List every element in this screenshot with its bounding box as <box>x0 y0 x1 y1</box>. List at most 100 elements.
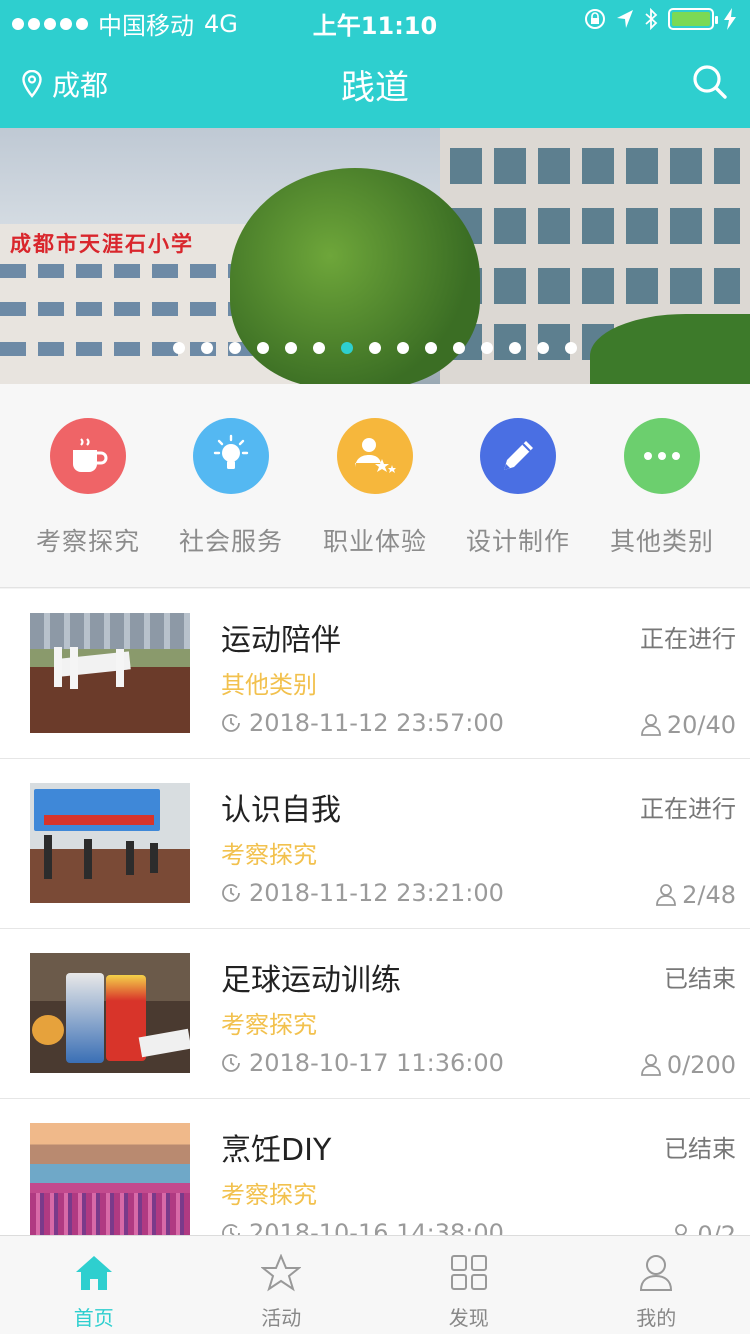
category-label: 社会服务 <box>178 527 283 556</box>
activity-date: 2018-11-12 23:21:00 <box>221 879 504 907</box>
tab-label: 首页 <box>73 1306 114 1330</box>
category-label: 设计制作 <box>465 527 570 556</box>
activity-date: 2018-10-16 14:38:00 <box>221 1219 504 1235</box>
status-bar: 中国移动 4G 上午11:10 <box>0 0 750 40</box>
banner-carousel[interactable]: 成都市天涯石小学 <box>0 128 750 384</box>
tab-label: 活动 <box>261 1306 302 1330</box>
participant-count: 20/40 <box>640 711 736 739</box>
carousel-dot[interactable] <box>453 342 465 354</box>
participant-count-value: 0/200 <box>666 1051 736 1079</box>
activity-list: 运动陪伴 其他类别 2018-11-12 23:57:00 正在进行 20/40… <box>0 589 750 1235</box>
category-label: 其他类别 <box>609 527 714 556</box>
category-icon-circle <box>50 418 126 494</box>
activity-date: 2018-11-12 23:57:00 <box>221 709 504 737</box>
participant-count-value: 0/2 <box>697 1221 736 1235</box>
nav-bar: 成都 践道 <box>0 40 750 128</box>
category-qita[interactable]: 其他类别 <box>597 418 727 558</box>
list-item[interactable]: 烹饪DIY 考察探究 2018-10-16 14:38:00 已结束 0/2 <box>0 1099 750 1235</box>
carousel-dot[interactable] <box>173 342 185 354</box>
participant-count-value: 2/48 <box>682 881 736 909</box>
activity-datetime: 2018-11-12 23:57:00 <box>249 709 504 737</box>
user-icon <box>640 1255 673 1291</box>
clock-icon <box>222 884 240 902</box>
user-icon <box>640 714 661 736</box>
participant-count-value: 20/40 <box>666 711 736 739</box>
rotation-lock-icon <box>585 9 605 29</box>
carousel-pager[interactable] <box>0 342 750 354</box>
category-sheji[interactable]: 设计制作 <box>453 418 583 558</box>
search-button[interactable] <box>692 64 728 104</box>
page-title: 践道 <box>341 68 409 108</box>
list-item[interactable]: 运动陪伴 其他类别 2018-11-12 23:57:00 正在进行 20/40 <box>0 589 750 759</box>
grid-icon <box>450 1255 487 1290</box>
tab-bar: 首页 活动 发现 我的 <box>0 1235 750 1334</box>
banner-sign-text: 成都市天涯石小学 <box>10 232 194 256</box>
category-icon-circle <box>193 418 269 494</box>
star-icon <box>260 1253 303 1292</box>
coffee-cup-icon <box>73 438 108 472</box>
carousel-dot[interactable] <box>481 342 493 354</box>
activity-datetime: 2018-10-16 14:38:00 <box>249 1219 504 1235</box>
tab-home[interactable]: 首页 <box>0 1236 188 1334</box>
activity-thumbnail <box>30 1123 190 1235</box>
carousel-dot[interactable] <box>229 342 241 354</box>
activity-datetime: 2018-11-12 23:21:00 <box>249 879 504 907</box>
category-kaocha[interactable]: 考察探究 <box>23 418 153 558</box>
tab-label: 我的 <box>636 1306 677 1330</box>
category-icon-circle <box>624 418 700 494</box>
activity-thumbnail <box>30 783 190 903</box>
clock-icon <box>222 1054 240 1072</box>
list-item[interactable]: 认识自我 考察探究 2018-11-12 23:21:00 正在进行 2/48 <box>0 759 750 929</box>
participant-count: 2/48 <box>656 881 736 909</box>
activity-title: 运动陪伴 <box>221 623 341 658</box>
carousel-dot[interactable] <box>565 342 577 354</box>
carousel-dot[interactable] <box>285 342 297 354</box>
carousel-dot[interactable] <box>397 342 409 354</box>
person-stars-icon <box>355 438 396 473</box>
activity-category: 考察探究 <box>221 1011 317 1039</box>
tab-activities[interactable]: 活动 <box>188 1236 376 1334</box>
list-item[interactable]: 足球运动训练 考察探究 2018-10-17 11:36:00 已结束 0/20… <box>0 929 750 1099</box>
activity-title: 足球运动训练 <box>221 963 401 998</box>
search-icon <box>693 65 727 99</box>
carousel-dot[interactable] <box>257 342 269 354</box>
battery-icon <box>668 8 718 30</box>
tab-label: 发现 <box>448 1306 489 1330</box>
participant-count: 0/200 <box>640 1051 736 1079</box>
pencil-icon <box>504 441 533 470</box>
activity-status: 已结束 <box>664 1135 736 1163</box>
activity-status: 正在进行 <box>640 795 736 823</box>
app-header: 中国移动 4G 上午11:10 成都 践道 <box>0 0 750 128</box>
location-arrow-icon <box>617 10 633 28</box>
more-dots-icon <box>644 452 680 460</box>
carousel-dot[interactable] <box>369 342 381 354</box>
bluetooth-icon <box>645 8 658 30</box>
carousel-dot[interactable] <box>425 342 437 354</box>
user-icon <box>640 1054 661 1076</box>
carousel-dot[interactable] <box>509 342 521 354</box>
category-icon-circle <box>480 418 556 494</box>
user-icon <box>675 1224 688 1235</box>
activity-datetime: 2018-10-17 11:36:00 <box>249 1049 504 1077</box>
carousel-dot[interactable] <box>201 342 213 354</box>
charging-icon <box>724 8 736 30</box>
carousel-dot[interactable] <box>313 342 325 354</box>
status-right <box>584 8 736 30</box>
tab-profile[interactable]: 我的 <box>563 1236 750 1334</box>
tab-discover[interactable]: 发现 <box>375 1236 563 1334</box>
activity-status: 已结束 <box>664 965 736 993</box>
carousel-dot[interactable] <box>341 342 353 354</box>
activity-category: 考察探究 <box>221 1181 317 1209</box>
participant-count: 0/2 <box>671 1221 736 1235</box>
carousel-dot[interactable] <box>537 342 549 354</box>
activity-date: 2018-10-17 11:36:00 <box>221 1049 504 1077</box>
category-icon-circle <box>337 418 413 494</box>
activity-thumbnail <box>30 613 190 733</box>
category-zhiye[interactable]: 职业体验 <box>310 418 440 558</box>
activity-status: 正在进行 <box>640 625 736 653</box>
lightbulb-icon <box>213 434 249 469</box>
category-shehui[interactable]: 社会服务 <box>166 418 296 558</box>
activity-category: 其他类别 <box>221 671 317 699</box>
activity-title: 烹饪DIY <box>221 1133 332 1168</box>
category-grid: 考察探究 社会服务 职业体验 设计制作 其他类别 <box>0 384 750 588</box>
